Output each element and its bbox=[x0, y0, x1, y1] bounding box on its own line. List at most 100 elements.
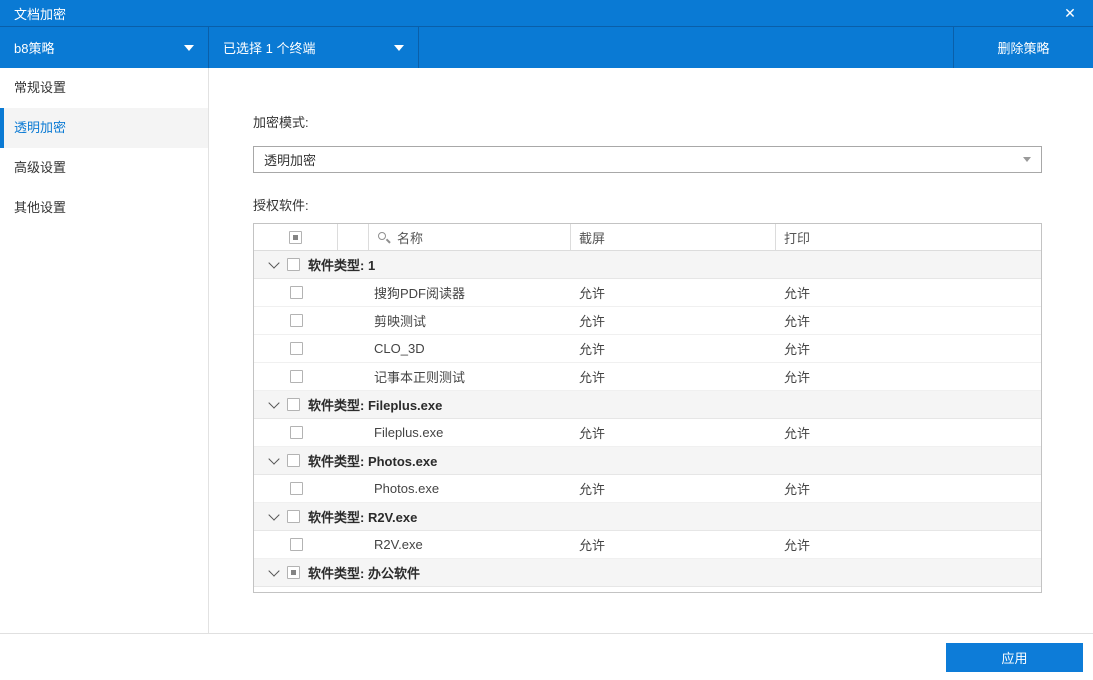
row-print-value: 允许 bbox=[784, 482, 811, 497]
policy-dropdown[interactable]: b8策略 bbox=[0, 27, 209, 68]
row-print-value: 允许 bbox=[784, 538, 811, 553]
table-row[interactable]: 记事本正则测试 允许 允许 bbox=[254, 363, 1041, 391]
row-print-value: 允许 bbox=[784, 370, 811, 385]
sidebar-item[interactable]: 其他设置 bbox=[0, 188, 208, 228]
table-row[interactable]: Fileplus.exe 允许 允许 bbox=[254, 419, 1041, 447]
row-screenshot-value: 允许 bbox=[579, 314, 606, 329]
table-body: 软件类型: 1 搜狗PDF阅读器 允许 允许 剪映测试 允许 允许 CLO_3D 允许 允许 记事本… bbox=[254, 251, 1041, 592]
chevron-down-icon bbox=[394, 44, 404, 51]
table-row[interactable]: WPS Office允许允许 bbox=[254, 587, 1041, 592]
row-checkbox-cell bbox=[254, 286, 338, 299]
delete-policy-label: 删除策略 bbox=[997, 41, 1050, 56]
authorized-software-table: 名称 截屏 打印 软件类型: 1 搜狗PDF阅读器 允许 允许 剪映测试 允许 允许 CLO_… bbox=[253, 223, 1042, 593]
terminal-dropdown-value: 已选择 1 个终端 bbox=[223, 41, 316, 56]
row-print-value: 允许 bbox=[776, 591, 1041, 592]
window-title: 文档加密 bbox=[14, 6, 67, 22]
row-checkbox[interactable] bbox=[289, 370, 303, 383]
row-print-value: 允许 bbox=[784, 314, 811, 329]
row-screenshot-value: 允许 bbox=[579, 538, 606, 553]
row-checkbox-cell bbox=[254, 482, 338, 495]
settings-sidebar: 常规设置透明加密 高级设置其他设置 bbox=[0, 68, 209, 633]
search-icon bbox=[377, 231, 390, 244]
group-label: 软件类型: Photos.exe bbox=[308, 454, 438, 469]
row-checkbox[interactable] bbox=[289, 426, 303, 439]
content-area: 常规设置 透明加密 高级设置 其他设置 加密模式: 透明加密 授权软件: 名称 截屏 bbox=[0, 68, 1093, 633]
chevron-down-icon bbox=[184, 44, 194, 51]
row-name: 剪映测试 bbox=[374, 314, 427, 329]
chevron-down-icon bbox=[1023, 157, 1031, 162]
chevron-down-icon[interactable] bbox=[268, 452, 280, 465]
encryption-mode-value: 透明加密 bbox=[264, 153, 317, 168]
table-row[interactable]: CLO_3D 允许 允许 bbox=[254, 335, 1041, 363]
group-label: 软件类型: 办公软件 bbox=[308, 566, 420, 581]
table-row[interactable]: R2V.exe 允许 允许 bbox=[254, 531, 1041, 559]
row-print-value: 允许 bbox=[784, 286, 811, 301]
row-checkbox[interactable] bbox=[289, 538, 303, 551]
header-print-cell[interactable]: 打印 bbox=[776, 224, 1041, 250]
group-row[interactable]: 软件类型: 办公软件 bbox=[254, 559, 1041, 587]
row-checkbox-cell bbox=[254, 370, 338, 383]
chevron-down-icon[interactable] bbox=[268, 564, 280, 577]
encryption-mode-select[interactable]: 透明加密 bbox=[253, 146, 1042, 173]
chevron-down-icon[interactable] bbox=[268, 396, 280, 409]
main-panel: 加密模式: 透明加密 授权软件: 名称 截屏 打印 软件类型: 1 搜狗PDF阅… bbox=[209, 68, 1093, 633]
sidebar-item[interactable]: 常规设置 bbox=[0, 68, 208, 108]
row-screenshot-value: 允许 bbox=[579, 370, 606, 385]
toolbar-spacer bbox=[419, 27, 954, 68]
chevron-down-icon[interactable] bbox=[268, 508, 280, 521]
row-name: R2V.exe bbox=[374, 537, 423, 552]
row-print-value: 允许 bbox=[784, 426, 811, 441]
row-name: 搜狗PDF阅读器 bbox=[374, 286, 466, 301]
delete-policy-button[interactable]: 删除策略 bbox=[954, 27, 1093, 68]
row-screenshot-value: 允许 bbox=[579, 426, 606, 441]
group-row[interactable]: 软件类型: Fileplus.exe bbox=[254, 391, 1041, 419]
row-checkbox[interactable] bbox=[289, 482, 303, 495]
header-name-cell[interactable]: 名称 bbox=[369, 224, 571, 250]
group-checkbox[interactable] bbox=[287, 454, 300, 467]
sidebar-item[interactable]: 高级设置 bbox=[0, 148, 208, 188]
group-row[interactable]: 软件类型: Photos.exe bbox=[254, 447, 1041, 475]
select-all-checkbox[interactable] bbox=[289, 230, 302, 244]
group-checkbox[interactable] bbox=[287, 510, 300, 523]
table-row[interactable]: Photos.exe 允许 允许 bbox=[254, 475, 1041, 503]
row-checkbox-cell bbox=[254, 426, 338, 439]
row-checkbox[interactable] bbox=[289, 342, 303, 355]
row-checkbox-cell bbox=[254, 314, 338, 327]
row-screenshot-value: 允许 bbox=[571, 591, 776, 592]
row-print-value: 允许 bbox=[784, 342, 811, 357]
row-name: 记事本正则测试 bbox=[374, 370, 466, 385]
group-label: 软件类型: Fileplus.exe bbox=[308, 398, 443, 413]
policy-dropdown-value: b8策略 bbox=[14, 41, 55, 56]
group-row[interactable]: 软件类型: 1 bbox=[254, 251, 1041, 279]
group-label: 软件类型: 1 bbox=[308, 258, 376, 273]
authorized-software-label: 授权软件: bbox=[253, 198, 309, 213]
group-checkbox[interactable] bbox=[287, 258, 300, 271]
group-row[interactable]: 软件类型: R2V.exe bbox=[254, 503, 1041, 531]
row-checkbox-cell bbox=[254, 538, 338, 551]
apply-button[interactable]: 应用 bbox=[946, 642, 1083, 672]
group-checkbox[interactable] bbox=[287, 566, 300, 579]
chevron-down-icon[interactable] bbox=[268, 256, 280, 269]
table-row[interactable]: 搜狗PDF阅读器 允许 允许 bbox=[254, 279, 1041, 307]
sidebar-item[interactable]: 透明加密 bbox=[0, 108, 208, 148]
group-label: 软件类型: R2V.exe bbox=[308, 510, 418, 525]
row-name: Fileplus.exe bbox=[374, 425, 444, 440]
header-screenshot-label: 截屏 bbox=[579, 230, 606, 246]
row-checkbox[interactable] bbox=[289, 314, 303, 327]
header-name-label: 名称 bbox=[397, 230, 424, 246]
table-header: 名称 截屏 打印 bbox=[254, 224, 1041, 251]
header-expand-cell bbox=[338, 224, 369, 250]
row-checkbox-cell bbox=[254, 342, 338, 355]
header-print-label: 打印 bbox=[784, 230, 811, 246]
row-name: Photos.exe bbox=[374, 481, 440, 496]
sidebar-item-label: 常规设置 bbox=[14, 80, 67, 95]
terminal-dropdown[interactable]: 已选择 1 个终端 bbox=[209, 27, 419, 68]
header-screenshot-cell[interactable]: 截屏 bbox=[571, 224, 776, 250]
row-checkbox[interactable] bbox=[289, 286, 303, 299]
table-row[interactable]: 剪映测试 允许 允许 bbox=[254, 307, 1041, 335]
close-icon[interactable]: ✕ bbox=[1061, 4, 1079, 22]
sidebar-item-label: 其他设置 bbox=[14, 200, 67, 215]
row-screenshot-value: 允许 bbox=[579, 342, 606, 357]
group-checkbox[interactable] bbox=[287, 398, 300, 411]
toolbar: b8策略 已选择 1 个终端 删除策略 bbox=[0, 27, 1093, 68]
